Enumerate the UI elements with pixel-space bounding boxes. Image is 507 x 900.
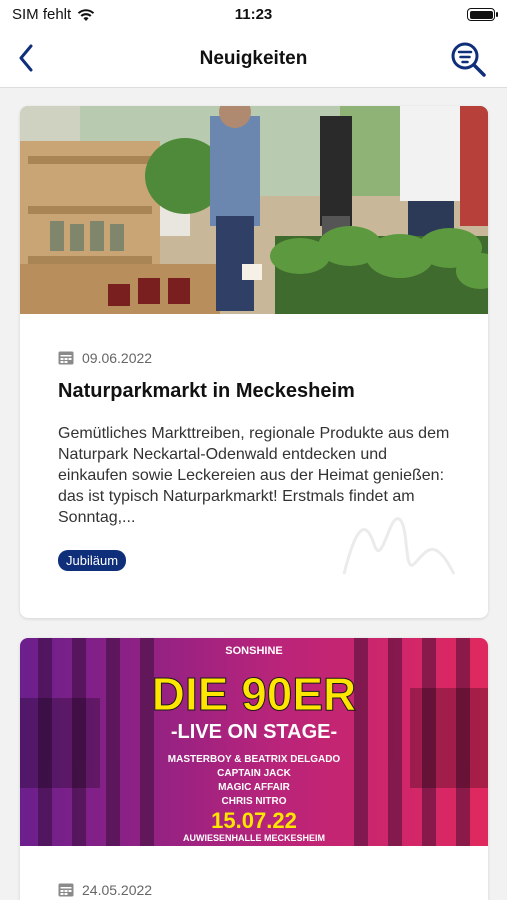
poster-act: MAGIC AFFAIR (218, 782, 291, 793)
battery-icon (467, 8, 498, 21)
status-bar: SIM fehlt 11:23 (0, 0, 507, 30)
article-image-poster: SONSHINE DIE 90ER -LIVE ON STAGE- MASTER… (20, 638, 488, 846)
article-meta: 09.06.2022 (20, 314, 488, 366)
market-photo (20, 106, 488, 314)
search-filter-icon (451, 42, 486, 77)
poster-brand: SONSHINE (225, 645, 282, 657)
poster-act: MASTERBOY & BEATRIX DELGADO (168, 754, 341, 765)
category-tag[interactable]: Jubiläum (58, 550, 127, 571)
watermark-logo (342, 517, 456, 575)
poster-act: CHRIS NITRO (222, 796, 287, 807)
poster-date: 15.07.22 (211, 808, 297, 833)
article-meta: 24.05.2022 (20, 846, 488, 898)
poster-headline: DIE 90ER (152, 668, 357, 720)
article-date: 24.05.2022 (82, 882, 153, 898)
calendar-icon (58, 883, 74, 897)
article-title[interactable]: Naturparkmarkt in Meckesheim (20, 366, 488, 403)
filter-search-button[interactable] (447, 38, 489, 80)
poster-graphic: SONSHINE DIE 90ER -LIVE ON STAGE- MASTER… (20, 638, 488, 846)
nav-bar: Neuigkeiten (0, 30, 507, 88)
article-image-market (20, 106, 488, 314)
poster-subhead: -LIVE ON STAGE- (171, 721, 337, 743)
page-title: Neuigkeiten (199, 48, 308, 69)
news-feed[interactable]: 09.06.2022 Naturparkmarkt in Meckesheim … (0, 88, 507, 900)
poster-venue: AUWIESENHALLE MECKESHEIM (183, 833, 325, 843)
poster-act: CAPTAIN JACK (217, 768, 291, 779)
clock: 11:23 (234, 6, 273, 23)
news-card[interactable]: SONSHINE DIE 90ER -LIVE ON STAGE- MASTER… (20, 638, 488, 900)
calendar-icon (58, 351, 74, 365)
article-date: 09.06.2022 (82, 350, 153, 366)
news-card[interactable]: 09.06.2022 Naturparkmarkt in Meckesheim … (20, 106, 488, 618)
